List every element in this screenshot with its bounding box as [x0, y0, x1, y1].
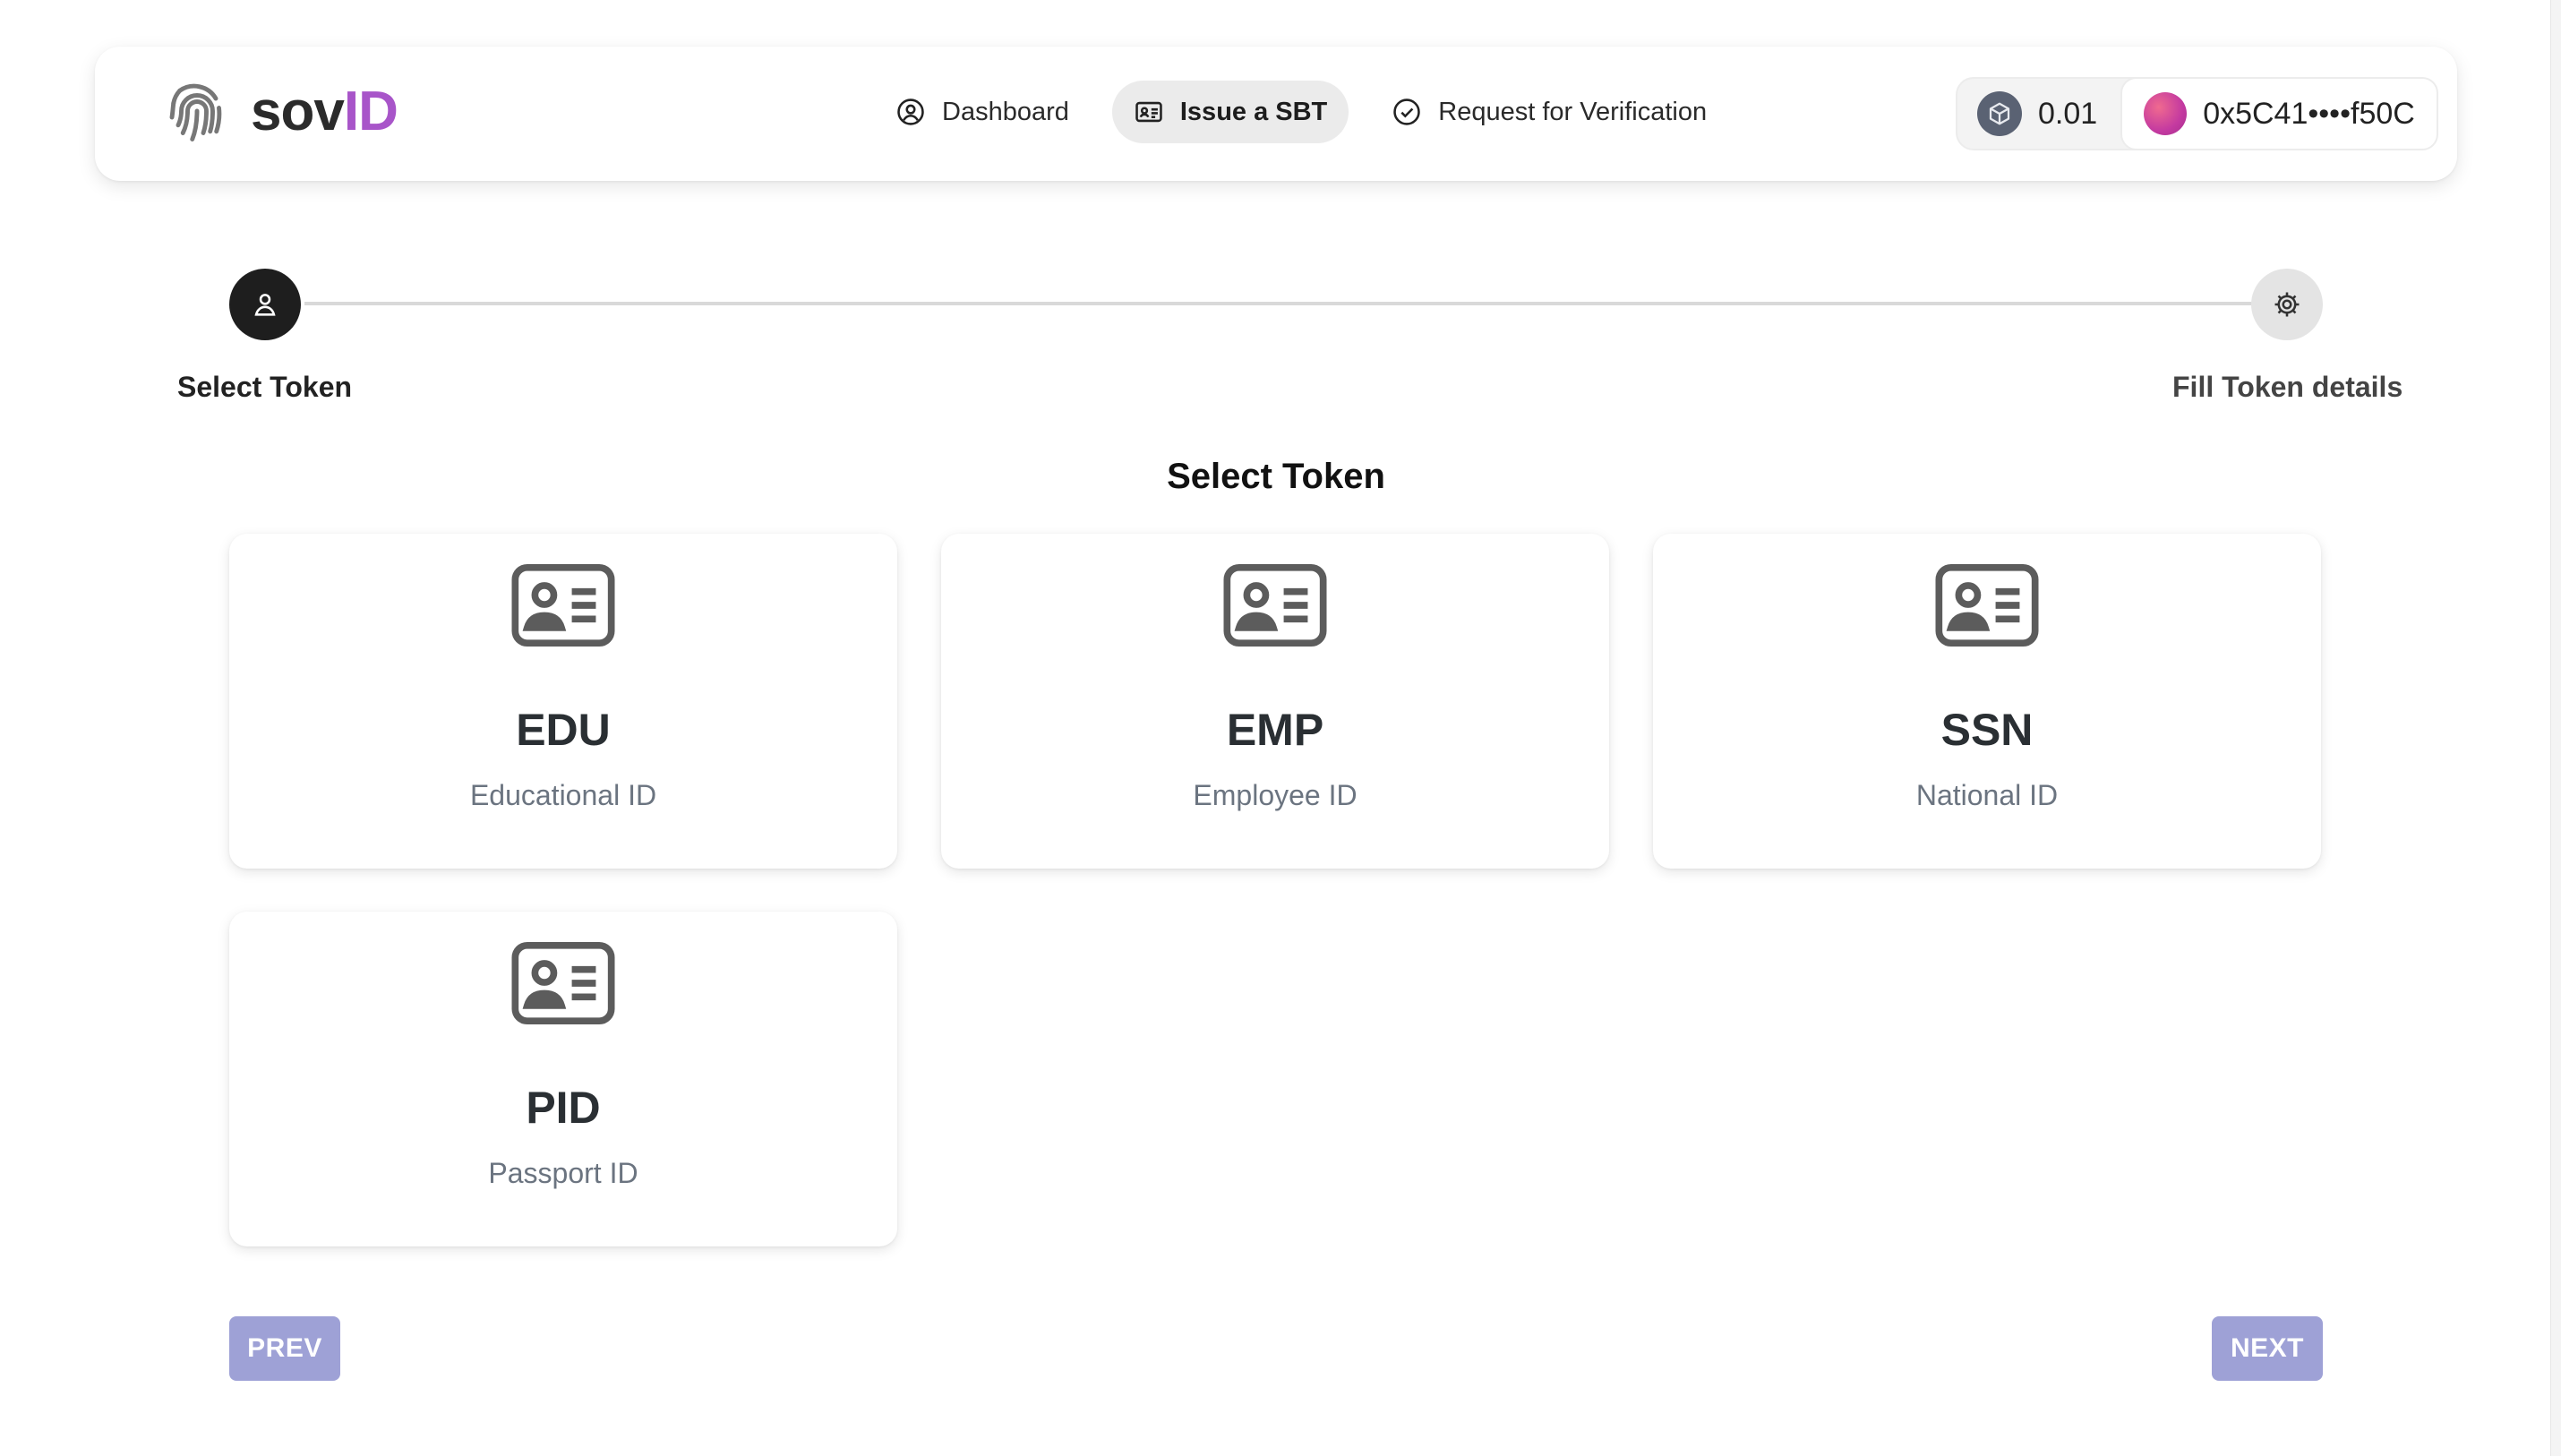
- token-code: PID: [526, 1083, 601, 1133]
- fingerprint-icon: [169, 83, 222, 141]
- token-description: National ID: [1915, 779, 2059, 811]
- token-card-ssn[interactable]: SSN National ID: [1653, 534, 2321, 869]
- token-description: Passport ID: [488, 1157, 638, 1189]
- prev-button[interactable]: PREV: [229, 1316, 340, 1381]
- nav-issue-sbt[interactable]: Issue a SBT: [1111, 81, 1349, 143]
- token-card-pid[interactable]: PID Passport ID: [229, 912, 897, 1246]
- token-code: EMP: [1226, 705, 1324, 755]
- brand-name: sovID: [251, 80, 398, 143]
- nav-request-verification-label: Request for Verification: [1438, 97, 1708, 126]
- nav-request-verification[interactable]: Request for Verification: [1370, 81, 1728, 143]
- id-card-icon: [1135, 101, 1162, 123]
- token-code: SSN: [1940, 705, 2034, 755]
- step-1-indicator[interactable]: [229, 269, 301, 340]
- balance-value: 0.01: [2038, 96, 2098, 131]
- account-address: 0x5C41••••f50C: [2203, 96, 2415, 131]
- user-circle-icon: [897, 98, 924, 125]
- gear-icon: [2274, 292, 2300, 317]
- id-card-icon: [511, 942, 615, 1024]
- step-2-label: Fill Token details: [2172, 371, 2403, 403]
- user-icon: [254, 294, 276, 316]
- nav-issue-sbt-label: Issue a SBT: [1179, 97, 1328, 126]
- account-button[interactable]: 0x5C41••••f50C: [2120, 77, 2438, 150]
- main-nav: Dashboard Issue a SBT Request for Verifi…: [874, 81, 1728, 143]
- page: sovID Dashboard Issue a SBT Request for …: [0, 0, 2561, 1456]
- id-card-icon: [511, 564, 615, 647]
- nav-dashboard-label: Dashboard: [942, 97, 1069, 126]
- id-card-icon: [1935, 564, 2039, 647]
- brand-name-part-id: ID: [343, 80, 398, 142]
- token-description: Employee ID: [1193, 779, 1358, 811]
- stepper-connector: [304, 302, 2253, 305]
- avatar: [2144, 92, 2188, 135]
- token-code: EDU: [516, 705, 611, 755]
- page-title: Select Token: [1167, 457, 1385, 496]
- balance-button[interactable]: 0.01: [1957, 79, 2120, 149]
- cube-icon: [1977, 91, 2022, 136]
- nav-dashboard[interactable]: Dashboard: [874, 81, 1091, 143]
- brand-logo[interactable]: sovID: [159, 73, 398, 149]
- step-2-indicator[interactable]: [2251, 269, 2323, 340]
- vertical-scrollbar[interactable]: [2550, 0, 2561, 1456]
- token-description: Educational ID: [469, 779, 657, 811]
- token-card-edu[interactable]: EDU Educational ID: [229, 534, 897, 869]
- token-card-emp[interactable]: EMP Employee ID: [941, 534, 1609, 869]
- next-button[interactable]: NEXT: [2212, 1316, 2323, 1381]
- id-card-icon: [1223, 564, 1327, 647]
- wallet-widget: 0.01 0x5C41••••f50C: [1956, 77, 2438, 150]
- step-1-label: Select Token: [177, 371, 353, 403]
- brand-name-part-sov: sov: [251, 80, 345, 142]
- check-circle-icon: [1393, 98, 1421, 125]
- top-navbar: sovID Dashboard Issue a SBT Request for …: [95, 47, 2457, 181]
